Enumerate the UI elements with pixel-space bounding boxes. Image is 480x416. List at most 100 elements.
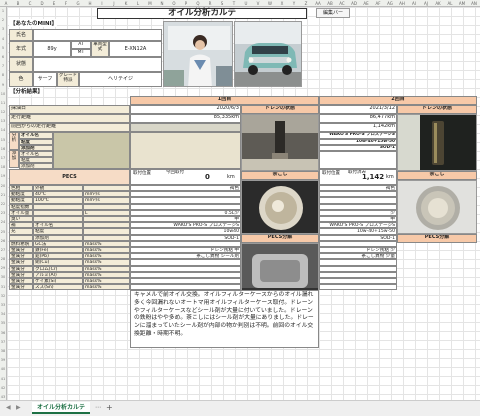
row-number[interactable]: 29 bbox=[0, 264, 6, 273]
row-number[interactable]: 32 bbox=[0, 292, 6, 301]
year-value[interactable]: 89y bbox=[33, 41, 71, 57]
column-letter[interactable]: M bbox=[144, 0, 156, 6]
mileage-round1[interactable]: 85,335km bbox=[130, 114, 241, 123]
row-number[interactable]: 4 bbox=[0, 35, 6, 44]
column-letter[interactable]: T bbox=[228, 0, 240, 6]
column-letter[interactable]: Z bbox=[300, 0, 312, 6]
status-value[interactable] bbox=[33, 57, 162, 72]
prop-value-round2[interactable] bbox=[319, 284, 397, 291]
row-number[interactable]: 25 bbox=[0, 228, 6, 237]
row-number[interactable]: 6 bbox=[0, 53, 6, 62]
row-number[interactable]: 43 bbox=[0, 393, 6, 400]
edit-bar-button[interactable]: 編集バー bbox=[316, 8, 350, 18]
row-number[interactable]: 8 bbox=[0, 71, 6, 80]
row-number[interactable]: 40 bbox=[0, 365, 6, 374]
row-number[interactable]: 5 bbox=[0, 44, 6, 53]
date-round1[interactable]: 2020/6/3 bbox=[130, 105, 241, 114]
row-number[interactable]: 7 bbox=[0, 62, 6, 71]
column-letter[interactable]: E bbox=[48, 0, 60, 6]
comment-box[interactable]: キャメルで前オイル交換。オイルフィルターケースからのオイル漏れ多く今回漏れないオ… bbox=[130, 290, 319, 348]
row-number[interactable]: 10 bbox=[0, 90, 6, 99]
row-number[interactable]: 42 bbox=[0, 384, 6, 393]
row-number[interactable]: 36 bbox=[0, 329, 6, 338]
row-number[interactable]: 23 bbox=[0, 209, 6, 218]
row-number[interactable]: 15 bbox=[0, 136, 6, 145]
column-letter[interactable]: AL bbox=[444, 0, 456, 6]
row-number[interactable]: 33 bbox=[0, 301, 6, 310]
row-number[interactable]: 22 bbox=[0, 200, 6, 209]
pecs-attach-value[interactable]: 0 bbox=[205, 173, 210, 181]
row-number[interactable]: 34 bbox=[0, 310, 6, 319]
prev-distance-round1[interactable] bbox=[130, 123, 241, 132]
column-letter[interactable]: AM bbox=[456, 0, 468, 6]
row-number[interactable]: 16 bbox=[0, 145, 6, 154]
column-letter[interactable]: O bbox=[168, 0, 180, 6]
column-letter[interactable]: AK bbox=[432, 0, 444, 6]
name-value[interactable] bbox=[33, 29, 162, 41]
column-letter[interactable]: Q bbox=[192, 0, 204, 6]
column-letter[interactable]: R bbox=[204, 0, 216, 6]
row-number[interactable]: 39 bbox=[0, 356, 6, 365]
column-letter[interactable]: U bbox=[240, 0, 252, 6]
column-letter[interactable]: F bbox=[60, 0, 72, 6]
mt-option[interactable]: MT bbox=[71, 49, 91, 57]
column-letter[interactable]: G bbox=[72, 0, 84, 6]
row-number[interactable]: 11 bbox=[0, 99, 6, 108]
column-letter[interactable]: Y bbox=[288, 0, 300, 6]
column-letter[interactable]: AF bbox=[372, 0, 384, 6]
add-sheet-button[interactable]: + bbox=[106, 403, 113, 413]
row-number[interactable]: 35 bbox=[0, 319, 6, 328]
model-value[interactable]: E-XN12A bbox=[109, 41, 162, 57]
row-number[interactable]: 14 bbox=[0, 126, 6, 135]
column-letter[interactable]: W bbox=[264, 0, 276, 6]
color-value[interactable]: サーフ bbox=[33, 72, 57, 87]
row-number[interactable]: 18 bbox=[0, 163, 6, 172]
column-letter[interactable]: AE bbox=[360, 0, 372, 6]
oil-spec-round2-blank[interactable] bbox=[319, 151, 397, 169]
row-number[interactable]: 24 bbox=[0, 218, 6, 227]
prev-distance-round2[interactable]: 1,142km bbox=[319, 123, 397, 132]
column-letter[interactable]: N bbox=[156, 0, 168, 6]
next-sheet-icon[interactable]: ▶ bbox=[16, 403, 21, 413]
oil-name-round2[interactable]: WAKO'S PRO-S プロステージS bbox=[319, 132, 397, 139]
row-number[interactable]: 13 bbox=[0, 117, 6, 126]
column-letter[interactable]: AI bbox=[408, 0, 420, 6]
pecs-round2[interactable]: 取付位置 取付済み 1,142 km bbox=[319, 169, 397, 185]
at-option[interactable]: AT bbox=[71, 41, 91, 49]
row-number[interactable]: 21 bbox=[0, 191, 6, 200]
column-letter[interactable]: L bbox=[132, 0, 144, 6]
column-letter[interactable]: C bbox=[24, 0, 36, 6]
tab-oil-analysis[interactable]: オイル分析カルテ bbox=[32, 402, 91, 414]
row-number[interactable]: 41 bbox=[0, 375, 6, 384]
column-letter[interactable]: AH bbox=[396, 0, 408, 6]
column-letter[interactable]: B bbox=[12, 0, 24, 6]
row-number[interactable]: 20 bbox=[0, 182, 6, 191]
row-number[interactable]: 9 bbox=[0, 81, 6, 90]
column-letter[interactable]: AB bbox=[324, 0, 336, 6]
pecs-round1[interactable]: 取付位置 今回取付 0 km bbox=[130, 169, 241, 185]
row-number[interactable]: 37 bbox=[0, 338, 6, 347]
column-letter[interactable]: A bbox=[0, 0, 12, 6]
date-round2[interactable]: 2021/3/12 bbox=[319, 105, 397, 114]
worksheet[interactable]: オイル分析カルテ 編集バー 【あなたのMINI】 氏名 年式 89y AT MT… bbox=[7, 7, 480, 400]
more-sheets-icon[interactable]: ⋯ bbox=[95, 403, 101, 413]
column-letter[interactable]: AN bbox=[468, 0, 480, 6]
column-letter[interactable]: X bbox=[276, 0, 288, 6]
row-number[interactable]: 26 bbox=[0, 237, 6, 246]
pecs-dist-value[interactable]: 1,142 bbox=[362, 173, 384, 181]
column-letter[interactable]: AD bbox=[348, 0, 360, 6]
row-number[interactable]: 1 bbox=[0, 7, 6, 16]
column-letter[interactable]: AJ bbox=[420, 0, 432, 6]
column-letter[interactable]: J bbox=[108, 0, 120, 6]
row-number[interactable]: 12 bbox=[0, 108, 6, 117]
column-letter[interactable]: AC bbox=[336, 0, 348, 6]
grade-value[interactable]: ヘリテイジ bbox=[79, 72, 162, 87]
mileage-round2[interactable]: 86,477km bbox=[319, 114, 397, 123]
row-number[interactable]: 19 bbox=[0, 172, 6, 181]
row-number[interactable]: 28 bbox=[0, 255, 6, 264]
column-letter[interactable]: K bbox=[120, 0, 132, 6]
row-number[interactable]: 27 bbox=[0, 246, 6, 255]
row-number[interactable]: 31 bbox=[0, 283, 6, 292]
prev-sheet-icon[interactable]: ◀ bbox=[6, 403, 11, 413]
row-number[interactable]: 3 bbox=[0, 25, 6, 34]
